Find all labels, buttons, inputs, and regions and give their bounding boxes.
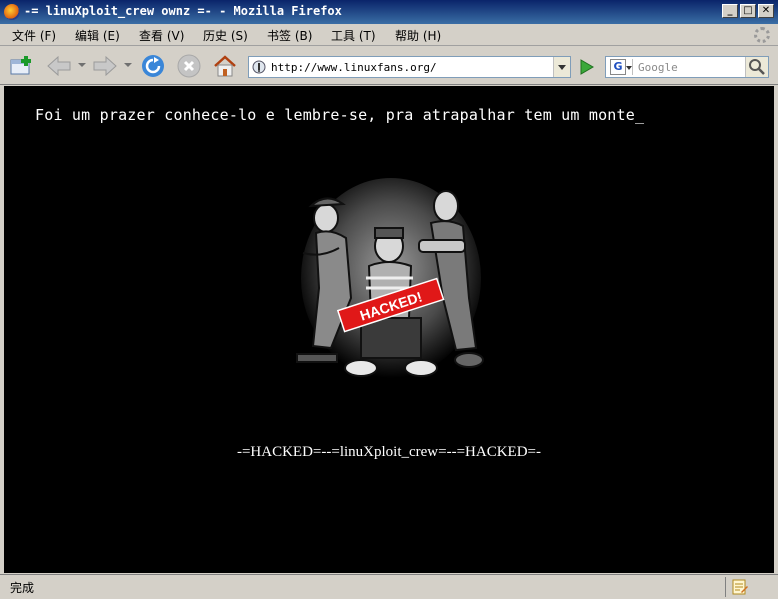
status-text: 完成: [10, 581, 35, 595]
search-engine-selector[interactable]: G: [608, 59, 633, 75]
status-divider: [725, 577, 726, 597]
menu-help[interactable]: 帮助 (H): [395, 27, 441, 44]
address-bar[interactable]: http://www.linuxfans.org/: [248, 56, 571, 78]
url-text[interactable]: http://www.linuxfans.org/: [271, 61, 437, 74]
hacked-cartoon-image: HACKED!: [296, 178, 484, 378]
throbber-icon: [754, 27, 770, 43]
window-controls: _ □ ✕: [722, 4, 774, 18]
google-icon: G: [610, 59, 626, 75]
close-button[interactable]: ✕: [758, 4, 774, 18]
status-bar: 完成: [0, 574, 778, 599]
maximize-button[interactable]: □: [740, 4, 756, 18]
home-button[interactable]: [212, 53, 238, 79]
forward-button[interactable]: [92, 53, 118, 79]
menu-edit[interactable]: 编辑 (E): [75, 27, 120, 44]
home-icon: [214, 55, 236, 77]
minimize-button[interactable]: _: [722, 4, 738, 18]
go-icon[interactable]: [576, 57, 596, 77]
chevron-down-icon: [626, 66, 632, 70]
menu-bar: 文件 (F) 编辑 (E) 查看 (V) 历史 (S) 书签 (B) 工具 (T…: [0, 24, 778, 46]
reload-icon: [142, 55, 164, 77]
crew-signature: -=HACKED=--=linuXploit_crew=--=HACKED=-: [236, 444, 542, 460]
search-input[interactable]: Google: [638, 61, 678, 74]
search-box[interactable]: G Google: [605, 56, 769, 78]
search-icon: [749, 59, 765, 75]
edit-page-icon[interactable]: [731, 578, 749, 596]
window-titlebar[interactable]: -= linuXploit_crew ownz =- - Mozilla Fir…: [0, 0, 778, 24]
forward-icon: [93, 55, 117, 77]
menu-view[interactable]: 查看 (V): [139, 27, 184, 44]
menu-history[interactable]: 历史 (S): [203, 27, 248, 44]
defacement-message: Foi um prazer conhece-lo e lembre-se, pr…: [35, 106, 645, 124]
back-history-arrow[interactable]: [78, 63, 86, 67]
site-identity-icon[interactable]: [252, 60, 266, 74]
firefox-icon: [4, 4, 20, 20]
menu-bookmarks[interactable]: 书签 (B): [267, 27, 312, 44]
back-button[interactable]: [46, 53, 72, 79]
window-title: -= linuXploit_crew ownz =- - Mozilla Fir…: [24, 4, 342, 18]
menu-tools[interactable]: 工具 (T): [331, 27, 376, 44]
back-icon: [47, 55, 71, 77]
url-history-dropdown[interactable]: [553, 57, 570, 77]
stop-icon: [177, 54, 201, 78]
stop-button[interactable]: [176, 53, 202, 79]
menu-file[interactable]: 文件 (F): [12, 27, 56, 44]
new-tab-icon: [10, 56, 31, 75]
reload-button[interactable]: [140, 53, 166, 79]
new-tab-button[interactable]: [9, 53, 35, 79]
search-button[interactable]: [745, 57, 768, 77]
forward-history-arrow[interactable]: [124, 63, 132, 67]
page-content: Foi um prazer conhece-lo e lembre-se, pr…: [4, 86, 774, 573]
